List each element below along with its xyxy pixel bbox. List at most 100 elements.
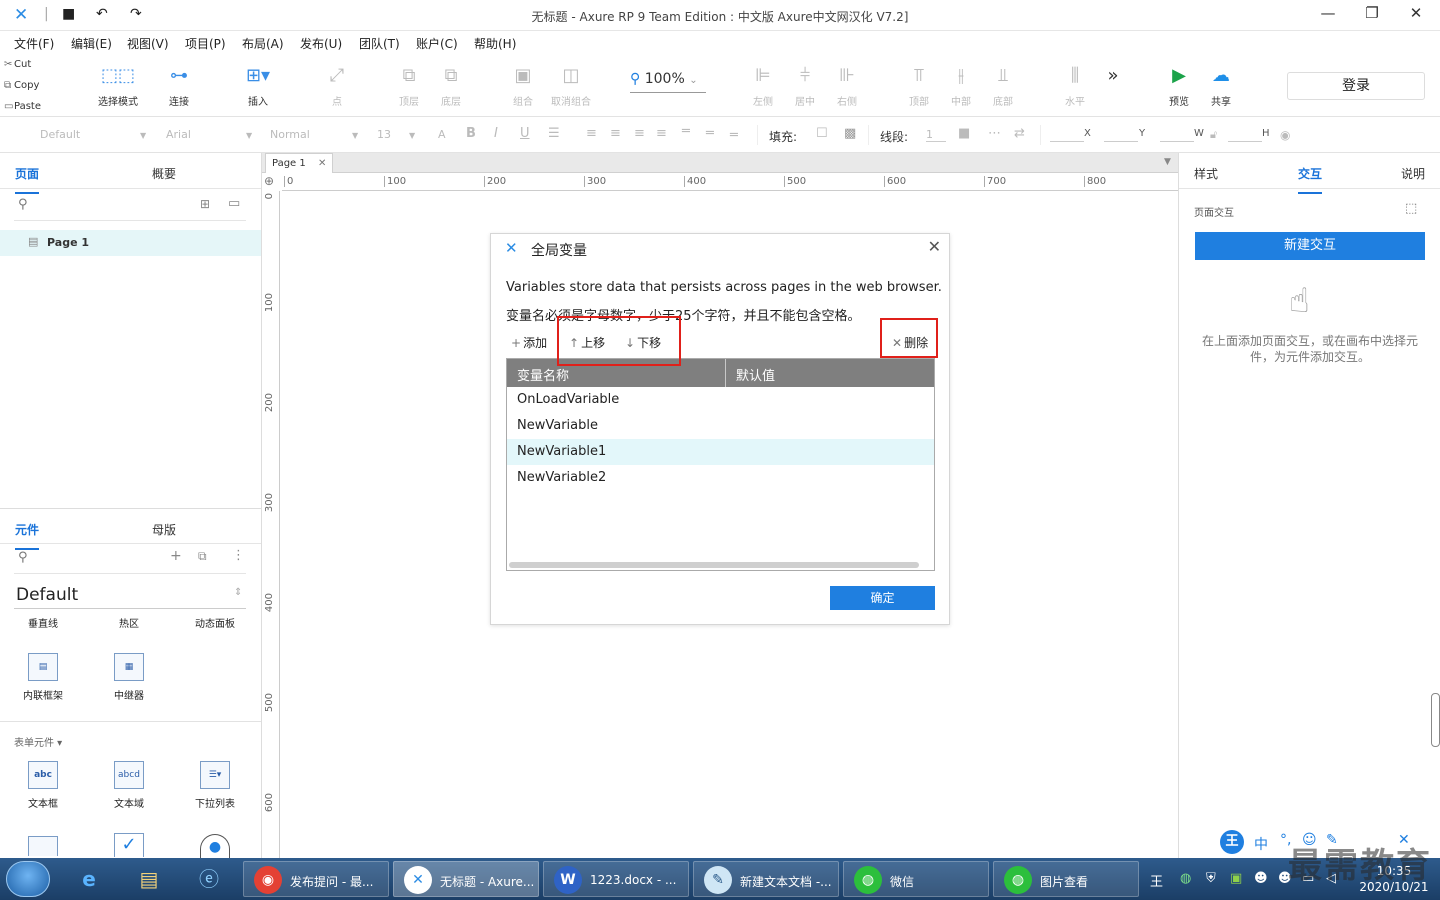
nvidia-icon[interactable]: ▣ [1230,871,1242,886]
column-divider[interactable] [725,359,726,387]
form-widgets-section[interactable]: 表单元件 ▾ [14,734,62,749]
stroke-pattern-icon[interactable]: ⋯ [988,126,1001,141]
zoom-select[interactable]: ⚲ 100% ⌄ [630,71,706,93]
security-shield-icon[interactable]: ⛨ [1206,871,1216,886]
widget-text-area[interactable]: abcd 文本域 [94,761,164,810]
share-button[interactable]: ☁ 共享 [1191,63,1251,113]
new-interaction-button[interactable]: 新建交互 [1195,232,1425,260]
widget-repeater[interactable]: ▦ 中继器 [94,653,164,702]
checkbox-icon[interactable]: ✓ [114,833,144,857]
font-color-icon[interactable]: A [438,128,446,141]
login-button[interactable]: 登录 [1287,72,1425,100]
w-input[interactable] [1160,128,1194,142]
widget-dynamic-panel[interactable]: 动态面板 [180,615,250,630]
save-icon[interactable]: ■ [62,6,75,22]
add-page-icon[interactable]: ⊞ [200,197,210,211]
select-mode-button[interactable]: ⬚⬚ 选择模式 [88,63,148,113]
tab-dropdown-icon[interactable]: ▼ [1164,157,1171,167]
minimize-icon[interactable]: — [1308,4,1348,26]
tab-interactions[interactable]: 交互 [1298,165,1323,194]
add-library-icon[interactable]: + [170,548,182,564]
redo-icon[interactable]: ↷ [130,6,142,22]
point-button[interactable]: ⤢ 点 [307,63,367,113]
table-row[interactable]: NewVariable [507,413,934,439]
table-row[interactable]: OnLoadVariable [507,387,934,413]
taskbar-item-word[interactable]: W 1223.docx - ... [543,861,689,897]
copy-button[interactable]: ⧉ Copy [0,76,60,96]
y-input[interactable] [1104,128,1138,142]
table-row-selected[interactable]: NewVariable1 [507,439,934,465]
x-input[interactable] [1050,128,1084,142]
menu-account[interactable]: 账户(C) [416,35,458,52]
font-select[interactable]: Arial [166,128,191,141]
more-tools-button[interactable]: » [1083,63,1143,113]
stroke-color-icon[interactable]: ■ [958,126,970,141]
font-weight-select[interactable]: Normal [270,128,310,141]
bottom-layer-button[interactable]: ⧉ 底层 [421,63,481,113]
taskbar-item-axure[interactable]: ✕ 无标题 - Axure... [393,861,539,897]
menu-file[interactable]: 文件(F) [14,35,54,52]
fill-image-icon[interactable]: ▩ [844,126,856,141]
widget-droplist[interactable]: ☰▾ 下拉列表 [180,761,250,810]
lock-icon[interactable]: 🔓︎ [1210,128,1217,142]
menu-edit[interactable]: 编辑(E) [71,35,112,52]
align-right-button[interactable]: ⊪ 右侧 [817,63,877,113]
align-left-text-icon[interactable]: ≡ [586,126,597,141]
ime-chinese-mode-icon[interactable]: 中 [1254,834,1268,854]
align-bottom-button[interactable]: ⫫ 底部 [973,63,1033,113]
input-method-icon[interactable]: 王 [1150,871,1163,890]
fill-color-icon[interactable]: ☐ [816,126,828,141]
more-options-icon[interactable]: ⋮ [232,548,245,563]
taskbar-item-image-viewer[interactable]: ◍ 图片查看 [993,861,1139,897]
paste-button[interactable]: ▭ Paste [0,97,60,117]
menu-layout[interactable]: 布局(A) [242,35,284,52]
align-center-text-icon[interactable]: ≡ [610,126,621,141]
add-variable-button[interactable]: + 添加 [511,334,547,351]
menu-team[interactable]: 团队(T) [359,35,400,52]
menu-publish[interactable]: 发布(U) [300,35,342,52]
search-icon[interactable]: ⚲ [18,197,28,212]
arrow-style-icon[interactable]: ⇄ [1014,126,1025,141]
font-size-select[interactable]: 13 [377,128,391,141]
interactions-settings-icon[interactable]: ⬚ [1405,201,1417,216]
taskbar-item-chrome[interactable]: ◉ 发布提问 - 最... [243,861,389,897]
tab-widgets[interactable]: 元件 [15,521,40,550]
italic-icon[interactable]: I [494,126,498,141]
tab-notes[interactable]: 说明 [1401,165,1425,182]
maximize-icon[interactable]: ❐ [1352,4,1392,26]
list-box-icon[interactable] [28,836,58,856]
menu-project[interactable]: 项目(P) [185,35,226,52]
ungroup-button[interactable]: ◫ 取消组合 [541,63,601,113]
ime-logo-icon[interactable]: 王 [1220,830,1244,854]
page-list-item[interactable]: ▤ Page 1 [0,230,261,256]
library-select[interactable]: Default ⇕ [14,583,246,609]
valign-top-icon[interactable]: ═ [682,124,690,139]
justify-text-icon[interactable]: ≡ [656,126,667,141]
ie-alt-icon[interactable]: ⓔ [186,862,232,896]
qq-icon[interactable]: ☻ [1254,871,1268,886]
tab-outline[interactable]: 概要 [152,165,176,182]
tab-pages[interactable]: 页面 [15,165,40,194]
widget-inline-frame[interactable]: ▤ 内联框架 [8,653,78,702]
widget-text-field[interactable]: abc 文本框 [8,761,78,810]
bullet-list-icon[interactable]: ☰ [548,126,560,141]
start-button[interactable] [6,861,50,897]
connect-button[interactable]: ⊶ 连接 [149,63,209,113]
valign-middle-icon[interactable]: ═ [706,126,714,141]
table-row[interactable]: NewVariable2 [507,465,934,491]
menu-help[interactable]: 帮助(H) [474,35,516,52]
valign-bottom-icon[interactable]: ═ [730,128,738,143]
file-explorer-icon[interactable]: ▤ [126,862,172,896]
vertical-scrollbar[interactable] [1431,693,1440,747]
add-folder-icon[interactable]: ▭ [228,196,240,211]
style-select[interactable]: Default [40,128,80,141]
h-input[interactable] [1228,128,1262,142]
tab-page-1[interactable]: Page 1 ✕ [265,153,333,173]
widget-vertical-line[interactable]: 垂直线 [8,615,78,630]
library-files-icon[interactable]: ⧉ [198,549,207,564]
delete-variable-button[interactable]: ✕ 删除 [892,334,928,351]
cut-button[interactable]: ✂ Cut [0,55,60,75]
taskbar-item-notepad[interactable]: ✎ 新建文本文档 -... [693,861,839,897]
move-up-button[interactable]: ↑ 上移 [569,334,605,351]
underline-icon[interactable]: U [520,126,530,141]
